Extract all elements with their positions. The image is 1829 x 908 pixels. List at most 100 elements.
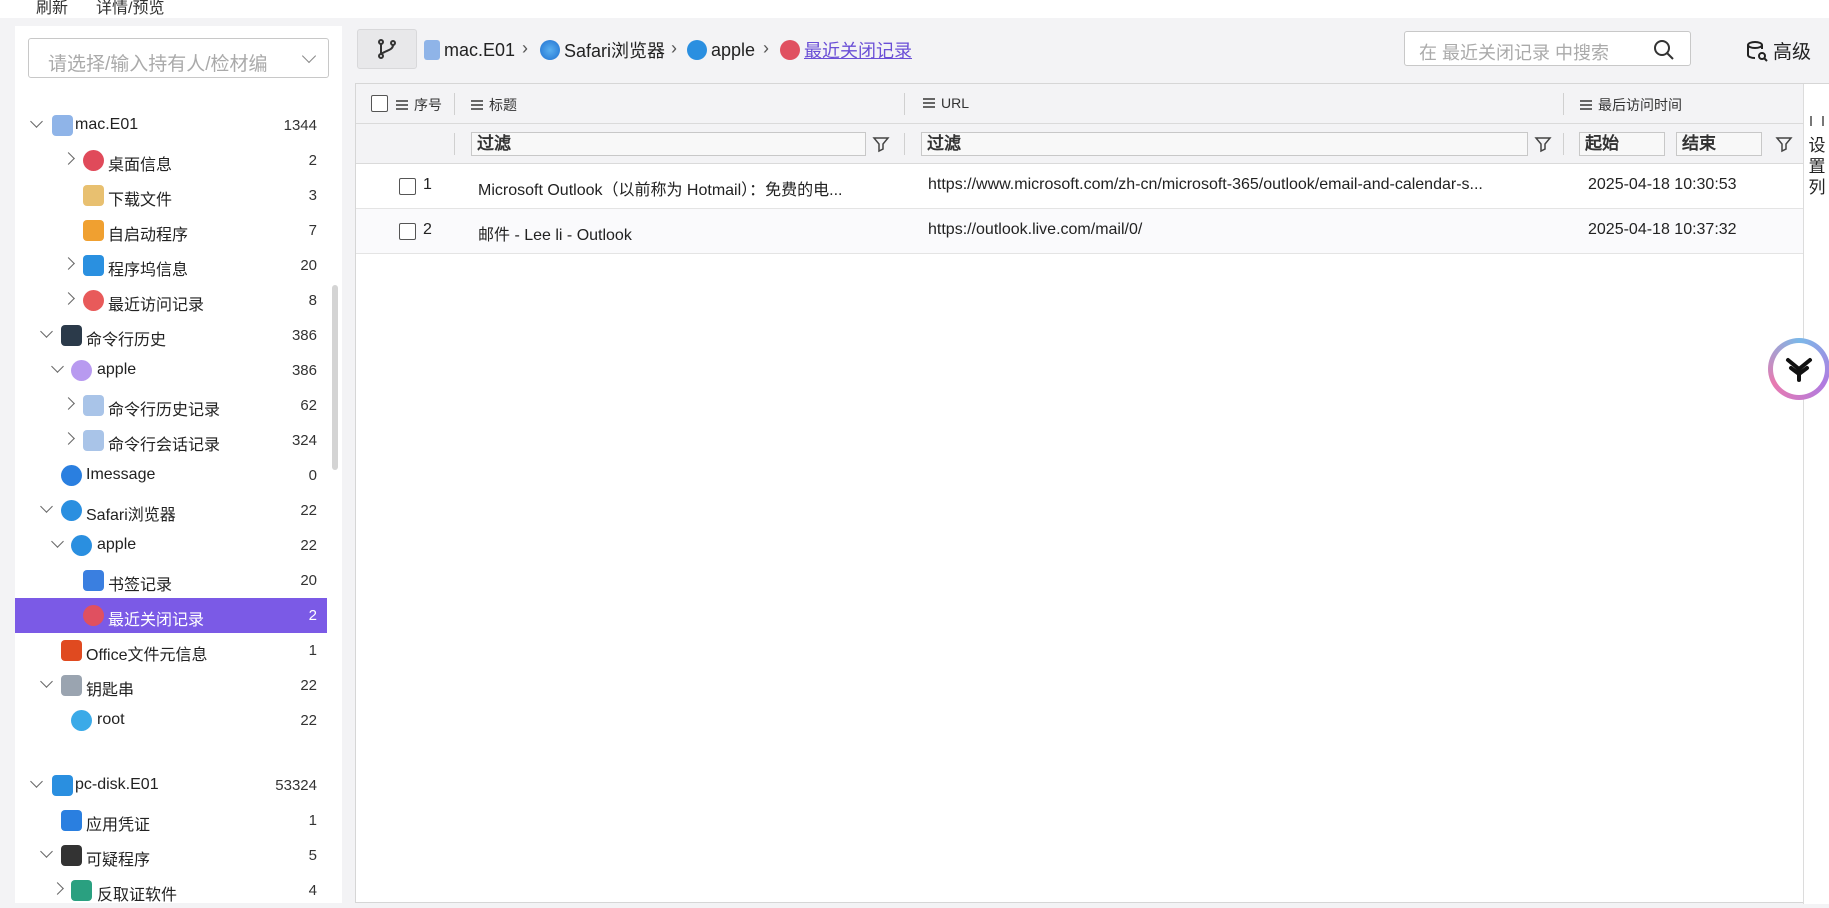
tree-item-count: 22 xyxy=(300,502,317,519)
chevron-down-icon[interactable] xyxy=(40,325,53,338)
column-menu-icon xyxy=(471,100,483,110)
table-row[interactable]: 2 邮件 - Lee li - Outlook https://outlook.li… xyxy=(356,209,1803,254)
chevron-right-icon[interactable] xyxy=(62,152,75,165)
tree-item[interactable]: Imessage 0 xyxy=(15,458,327,493)
tree-item[interactable]: 应用凭证 1 xyxy=(15,803,327,838)
title-filter-input[interactable]: 过滤 xyxy=(471,132,866,156)
tree-item[interactable]: 程序坞信息 20 xyxy=(15,248,327,283)
tree-item[interactable]: 自启动程序 7 xyxy=(15,213,327,248)
holder-picker[interactable]: 请选择/输入持有人/检材编 xyxy=(28,38,329,78)
filter-icon[interactable] xyxy=(872,135,890,153)
chevron-right-icon[interactable] xyxy=(62,432,75,445)
safari-icon xyxy=(540,40,560,60)
closed-tab-icon xyxy=(83,605,104,626)
office-icon xyxy=(61,640,82,661)
tree-item[interactable]: Office文件元信息 1 xyxy=(15,633,327,668)
details-preview-menu[interactable]: 详情/预览 xyxy=(96,0,164,18)
cell-time: 2025-04-18 10:37:32 xyxy=(1588,221,1737,238)
tree-item[interactable]: 桌面信息 2 xyxy=(15,143,327,178)
tree-item[interactable]: 命令行历史 386 xyxy=(15,318,327,353)
search-input[interactable]: 在 最近关闭记录 中搜索 xyxy=(1404,31,1691,66)
tree-item-count: 22 xyxy=(300,677,317,694)
tree-item[interactable]: 最近访问记录 8 xyxy=(15,283,327,318)
assistant-logo-icon xyxy=(1786,358,1812,382)
tree-item-count: 3 xyxy=(308,187,317,204)
breadcrumb-item-apple[interactable]: apple xyxy=(687,36,755,64)
tree-item[interactable]: apple 22 xyxy=(15,528,327,563)
chevron-down-icon[interactable] xyxy=(30,775,43,788)
credential-icon xyxy=(61,810,82,831)
tree-item[interactable]: 钥匙串 22 xyxy=(15,668,327,703)
tree-item-label: 命令行历史 xyxy=(86,332,167,349)
clock-icon xyxy=(83,290,104,311)
tree-item[interactable]: mac.E01 1344 xyxy=(15,108,327,143)
column-divider[interactable] xyxy=(904,93,905,115)
tree-item-label: 命令行会话记录 xyxy=(108,437,221,454)
tree-item-label: mac.E01 xyxy=(75,116,139,133)
chevron-down-icon[interactable] xyxy=(40,500,53,513)
tree-item[interactable]: pc-disk.E01 53324 xyxy=(15,768,327,803)
closed-tab-icon xyxy=(780,40,800,60)
tree-item-label: 钥匙串 xyxy=(86,682,135,699)
col-seq-header[interactable]: 序号 xyxy=(396,95,442,115)
tree-item-count: 386 xyxy=(291,362,317,379)
tree-item[interactable]: Safari浏览器 22 xyxy=(15,493,327,528)
column-divider[interactable] xyxy=(1563,93,1564,115)
chevron-right-icon[interactable] xyxy=(62,292,75,305)
chevron-down-icon[interactable] xyxy=(40,675,53,688)
advanced-search-button[interactable]: 高级 xyxy=(1745,37,1811,64)
filter-row: 过滤 过滤 起始 结束 xyxy=(356,124,1803,164)
assistant-float-button[interactable] xyxy=(1768,338,1829,400)
tree-scrollbar[interactable] xyxy=(332,285,338,470)
tree-item[interactable]: apple 386 xyxy=(15,353,327,388)
breadcrumb-label: apple xyxy=(711,39,756,60)
tree-item[interactable]: 下载文件 3 xyxy=(15,178,327,213)
col-title-header[interactable]: 标题 xyxy=(471,95,517,115)
time-start-filter-input[interactable]: 起始 xyxy=(1579,132,1665,156)
time-end-filter-input[interactable]: 结束 xyxy=(1676,132,1762,156)
chevron-down-icon[interactable] xyxy=(30,115,43,128)
tree-item[interactable]: 命令行会话记录 324 xyxy=(15,423,327,458)
chevron-right-icon[interactable] xyxy=(62,257,75,270)
col-url-label: URL xyxy=(941,95,970,111)
filter-icon[interactable] xyxy=(1775,135,1793,153)
chevron-down-icon xyxy=(301,48,317,64)
tree-item-label: 最近访问记录 xyxy=(108,297,205,314)
tree-item[interactable]: 书签记录 20 xyxy=(15,563,327,598)
select-all-checkbox[interactable] xyxy=(371,95,388,112)
tree-item[interactable]: 命令行历史记录 62 xyxy=(15,388,327,423)
column-settings-strip[interactable]: 设置列 xyxy=(1803,84,1829,904)
breadcrumb-item-safari[interactable]: Safari浏览器 xyxy=(540,36,665,64)
col-time-header[interactable]: 最后访问时间 xyxy=(1580,95,1682,115)
tree-item-label: pc-disk.E01 xyxy=(75,776,159,793)
filter-icon[interactable] xyxy=(1534,135,1552,153)
refresh-menu[interactable]: 刷新 xyxy=(36,0,68,18)
tree-item[interactable]: 最近关闭记录 2 xyxy=(15,598,327,633)
chevron-right-icon[interactable] xyxy=(51,882,64,895)
branch-view-button[interactable] xyxy=(357,29,417,69)
row-checkbox[interactable] xyxy=(399,223,416,240)
tree-item-label: 反取证软件 xyxy=(97,887,178,904)
breadcrumb-item-recently-closed[interactable]: 最近关闭记录 xyxy=(780,36,912,64)
left-panel: 请选择/输入持有人/检材编 mac.E01 1344 桌面信息 2 下载文件 3 自启动程序… xyxy=(15,26,342,904)
tree-item[interactable]: root 22 xyxy=(15,703,327,738)
tree-item[interactable]: 可疑程序 5 xyxy=(15,838,327,873)
table-row[interactable]: 1 Microsoft Outlook（以前称为 Hotmail）：免费的电...… xyxy=(356,164,1803,209)
chevron-down-icon[interactable] xyxy=(51,535,64,548)
tree-item-count: 62 xyxy=(300,397,317,414)
chevron-down-icon[interactable] xyxy=(40,845,53,858)
url-filter-input[interactable]: 过滤 xyxy=(921,132,1528,156)
key-icon xyxy=(71,710,92,731)
tree-item-count: 5 xyxy=(308,847,317,864)
branch-icon xyxy=(378,39,396,59)
tree-item-count: 2 xyxy=(308,607,317,624)
chevron-right-icon[interactable] xyxy=(62,397,75,410)
chevron-down-icon[interactable] xyxy=(51,360,64,373)
column-divider[interactable] xyxy=(454,93,455,115)
search-icon[interactable] xyxy=(1652,38,1676,62)
row-checkbox[interactable] xyxy=(399,178,416,195)
breadcrumb-item-mac[interactable]: mac.E01 xyxy=(424,36,515,64)
tree-item-count: 4 xyxy=(308,882,317,899)
cell-url: https://www.microsoft.com/zh-cn/microsof… xyxy=(928,176,1483,193)
col-url-header[interactable]: URL xyxy=(923,95,969,111)
